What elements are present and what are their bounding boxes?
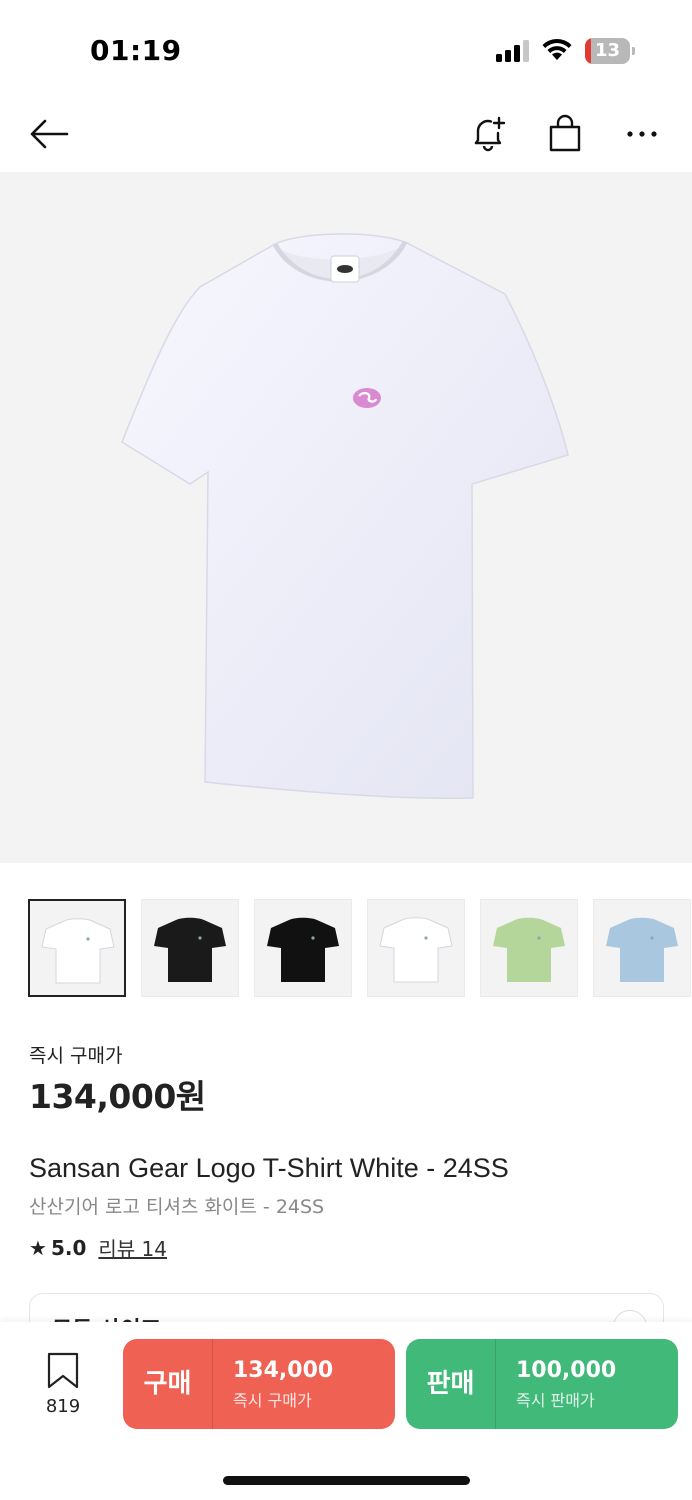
bottom-action-bar: 819 구매 134,000 즉시 구매가 판매 100,000 즉시 판매가 [0, 1322, 692, 1500]
sell-button[interactable]: 판매 100,000 즉시 판매가 [406, 1339, 678, 1429]
bell-plus-icon[interactable] [466, 112, 510, 156]
buy-label: 구매 [123, 1339, 213, 1429]
buy-sub: 즉시 구매가 [233, 1390, 312, 1410]
thumbnail-strip [28, 899, 692, 998]
tshirt-thumb-icon [267, 917, 339, 982]
price-label: 즉시 구매가 [29, 1045, 123, 1067]
product-title-ko: 산산기어 로고 티셔츠 화이트 - 24SS [29, 1196, 325, 1218]
top-nav [0, 100, 692, 172]
home-indicator [223, 1476, 470, 1485]
review-link[interactable]: 리뷰 14 [98, 1233, 167, 1262]
tshirt-illustration [121, 233, 569, 800]
more-icon[interactable] [620, 112, 664, 156]
tshirt-thumb-icon [154, 917, 226, 982]
sell-amount: 100,000 [516, 1357, 617, 1383]
wifi-icon [542, 38, 572, 60]
thumbnail-2[interactable] [141, 899, 239, 997]
sell-label: 판매 [406, 1339, 496, 1429]
star-icon: ★ [29, 1235, 47, 1260]
tshirt-thumb-icon [379, 917, 453, 983]
bookmark-icon [47, 1352, 79, 1389]
thumbnail-3[interactable] [254, 899, 352, 997]
thumbnail-4[interactable] [367, 899, 465, 997]
rating-score: 5.0 [50, 1235, 87, 1260]
battery-icon: 13 [585, 38, 635, 64]
battery-percent: 13 [594, 40, 621, 61]
thumbnail-1[interactable] [28, 899, 126, 997]
cellular-signal-icon [496, 40, 529, 62]
back-arrow-icon[interactable] [27, 112, 71, 156]
product-title-en: Sansan Gear Logo T-Shirt White - 24SS [29, 1153, 509, 1183]
price: 134,000원 [29, 1077, 206, 1116]
buy-amount: 134,000 [233, 1357, 334, 1383]
product-image[interactable] [0, 172, 692, 863]
rating: ★ 5.0 리뷰 14 [29, 1233, 167, 1262]
tshirt-thumb-icon [493, 917, 565, 982]
thumbnail-5[interactable] [480, 899, 578, 997]
wish-button[interactable]: 819 [34, 1352, 92, 1424]
buy-button[interactable]: 구매 134,000 즉시 구매가 [123, 1339, 395, 1429]
thumbnail-6[interactable] [593, 899, 691, 997]
status-time: 01:19 [90, 34, 182, 67]
sell-sub: 즉시 판매가 [516, 1390, 595, 1410]
status-bar: 01:19 13 [0, 0, 692, 100]
tshirt-thumb-icon [41, 918, 115, 984]
shopping-bag-icon[interactable] [543, 112, 587, 156]
tshirt-thumb-icon [606, 917, 678, 982]
wish-count: 819 [45, 1396, 81, 1417]
